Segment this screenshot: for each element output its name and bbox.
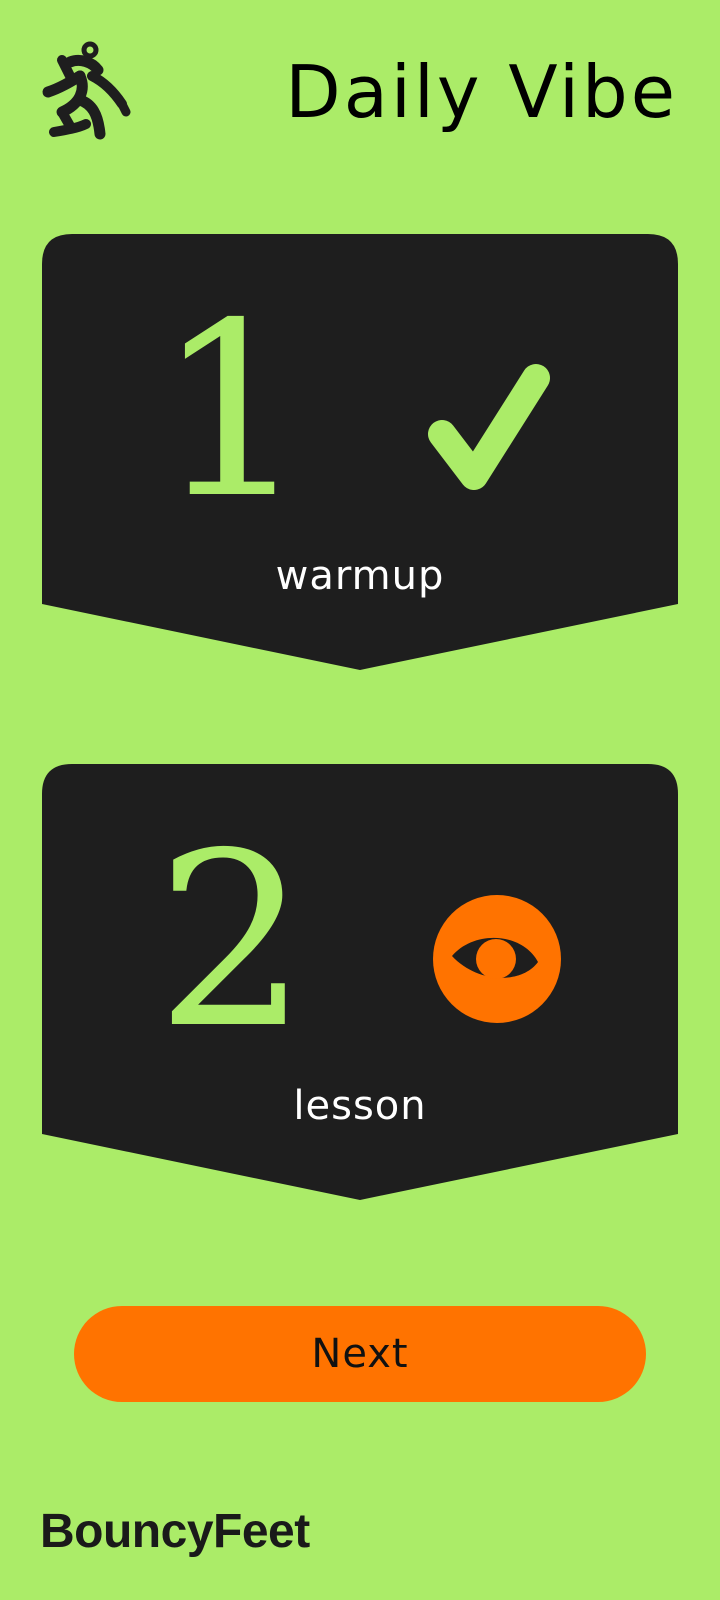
svg-text:1: 1 [156, 294, 309, 514]
card-background [42, 234, 678, 670]
brand-wordmark: BouncyFeet [40, 1505, 310, 1558]
step-label-warmup: warmup [275, 553, 445, 599]
eye-icon[interactable] [422, 884, 572, 1034]
next-button[interactable]: Next [74, 1306, 646, 1402]
dancing-figure-icon [42, 41, 131, 140]
step-card-warmup[interactable]: 1 warmup [42, 234, 678, 670]
step-card-lesson[interactable]: 2 lesson [42, 764, 678, 1200]
step-number-2: 2 [156, 824, 309, 1044]
checkmark-icon [428, 364, 550, 490]
step-label-lesson: lesson [293, 1083, 427, 1129]
svg-text:2: 2 [156, 824, 309, 1044]
card-background [42, 764, 678, 1200]
page-title: Daily Vibe [285, 50, 678, 134]
step-number-1: 1 [156, 294, 309, 514]
